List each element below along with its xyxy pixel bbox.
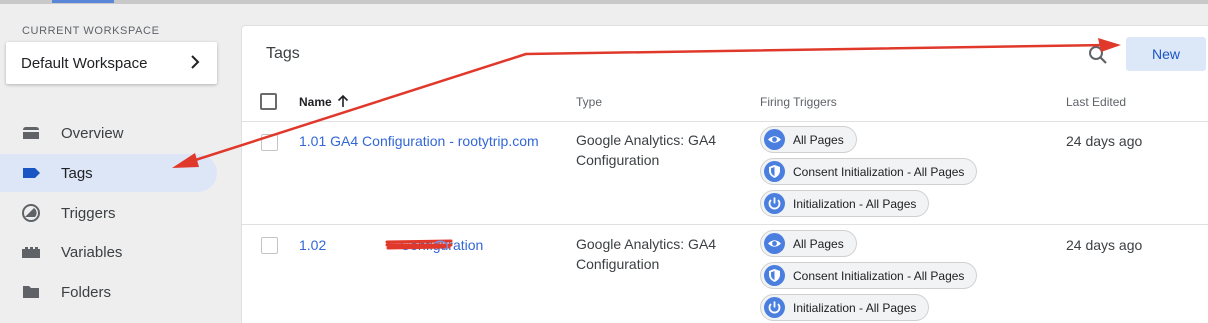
sidebar: CURRENT WORKSPACE Default Workspace Over… <box>0 4 241 323</box>
eye-icon <box>764 233 785 254</box>
row-checkbox[interactable] <box>261 237 278 254</box>
sidebar-item-folders[interactable]: Folders <box>0 273 217 311</box>
variables-icon <box>22 247 40 258</box>
eye-icon <box>764 129 785 150</box>
sidebar-item-variables[interactable]: Variables <box>0 233 217 271</box>
trigger-chip-label: All Pages <box>793 236 844 251</box>
column-header-last-edited[interactable]: Last Edited <box>1066 95 1126 109</box>
sidebar-item-label: Overview <box>61 124 124 142</box>
tag-name-link[interactable]: 1.02 Configuration <box>299 237 483 253</box>
sidebar-item-label: Triggers <box>61 204 116 222</box>
search-icon[interactable] <box>1087 44 1109 66</box>
sidebar-item-label: Tags <box>61 164 93 182</box>
trigger-chip[interactable]: Initialization - All Pages <box>760 190 930 217</box>
trigger-icon <box>22 204 40 222</box>
tags-panel: Tags New Name Type Firing Triggers Last … <box>241 25 1208 323</box>
shield-icon <box>764 161 785 182</box>
tag-type: Google Analytics: GA4 Configuration <box>576 132 717 168</box>
trigger-chip-label: All Pages <box>793 132 844 147</box>
chevron-right-icon <box>191 55 200 69</box>
sidebar-item-triggers[interactable]: Triggers <box>0 194 217 232</box>
column-header-type: Type <box>576 95 603 109</box>
last-edited-value: 24 days ago <box>1066 133 1143 149</box>
trigger-chip[interactable]: Initialization - All Pages <box>760 294 930 321</box>
workspace-selector[interactable]: Default Workspace <box>6 42 217 84</box>
active-tab-indicator <box>52 0 114 3</box>
sidebar-item-label: Variables <box>61 243 123 261</box>
workspace-label: CURRENT WORKSPACE <box>22 25 160 37</box>
column-header-name[interactable]: Name <box>299 95 332 109</box>
column-header-firing-triggers: Firing Triggers <box>760 95 837 109</box>
trigger-chip-label: Initialization - All Pages <box>793 196 917 211</box>
trigger-chip-label: Initialization - All Pages <box>793 300 917 315</box>
select-all-checkbox[interactable] <box>260 93 277 110</box>
row-divider <box>242 224 1208 225</box>
overview-icon <box>23 127 39 139</box>
tag-type: Google Analytics: GA4 Configuration <box>576 236 717 272</box>
trigger-chip-label: Consent Initialization - All Pages <box>793 164 965 179</box>
power-icon <box>764 193 785 214</box>
sidebar-item-label: Folders <box>61 283 112 301</box>
trigger-chip-label: Consent Initialization - All Pages <box>793 268 965 283</box>
folder-icon <box>23 286 39 298</box>
sidebar-item-tags[interactable]: Tags <box>0 154 217 192</box>
header-divider <box>242 121 1208 122</box>
trigger-chip[interactable]: Consent Initialization - All Pages <box>760 158 978 185</box>
shield-icon <box>764 265 785 286</box>
new-tag-button[interactable]: New <box>1126 37 1206 71</box>
workspace-name: Default Workspace <box>21 54 148 72</box>
last-edited-value: 24 days ago <box>1066 237 1143 253</box>
power-icon <box>764 297 785 318</box>
tag-name-link[interactable]: 1.01 GA4 Configuration - rootytrip.com <box>299 133 539 149</box>
trigger-chip[interactable]: All Pages <box>760 230 857 257</box>
sort-ascending-icon[interactable] <box>337 94 349 108</box>
sidebar-item-overview[interactable]: Overview <box>0 114 217 152</box>
page-title: Tags <box>266 45 300 62</box>
redaction-scribble <box>385 239 453 250</box>
trigger-chip[interactable]: All Pages <box>760 126 857 153</box>
tag-name-prefix: 1.02 <box>299 237 327 253</box>
row-checkbox[interactable] <box>261 134 278 151</box>
trigger-chip[interactable]: Consent Initialization - All Pages <box>760 262 978 289</box>
tag-icon <box>23 168 40 178</box>
